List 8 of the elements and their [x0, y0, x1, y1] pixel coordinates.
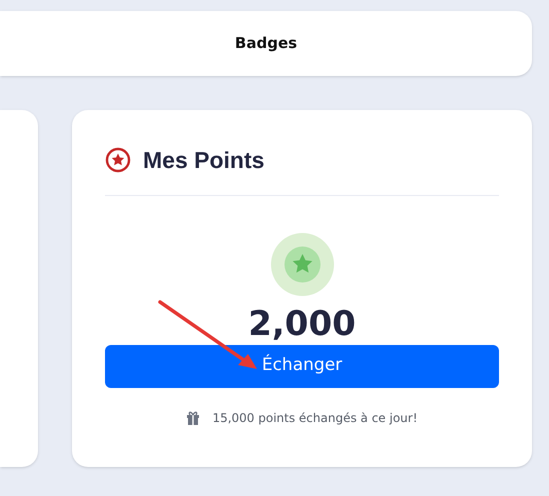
card-title: Mes Points	[143, 146, 264, 175]
gift-icon	[186, 410, 200, 424]
exchanged-note: 15,000 points échangés à ce jour!	[212, 410, 418, 426]
header-title: Badges	[234, 33, 298, 54]
points-value: 2,000	[248, 304, 356, 344]
exchange-button[interactable]: Échanger	[105, 344, 499, 388]
star-circle-icon	[105, 147, 131, 174]
star-badge-icon	[270, 232, 334, 296]
